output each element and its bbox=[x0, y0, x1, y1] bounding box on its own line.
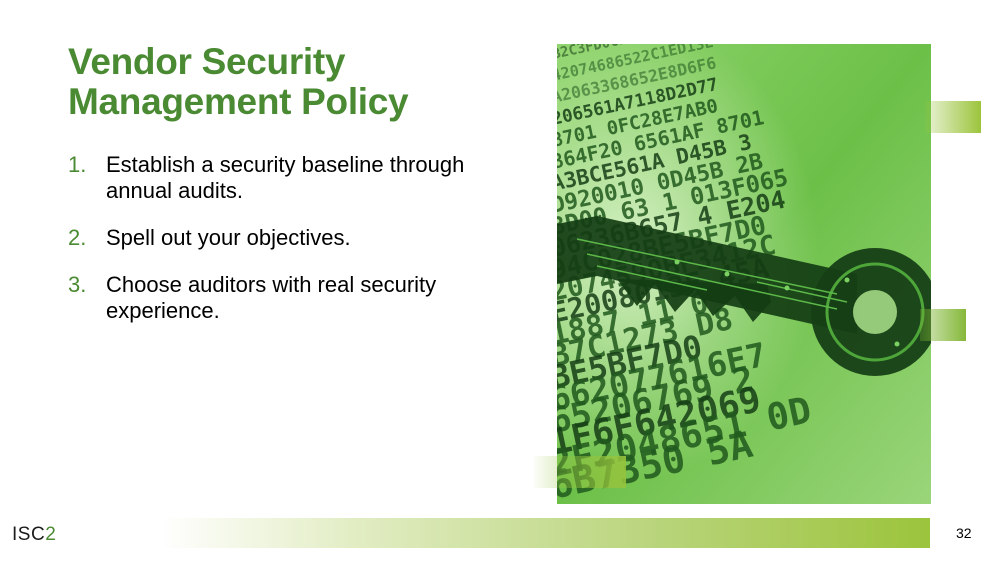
bullet-number: 2. bbox=[68, 225, 87, 250]
logo-accent-text: 2 bbox=[45, 524, 57, 545]
footer-gradient-bar bbox=[160, 518, 930, 548]
bullet-text: Establish a security baseline through an… bbox=[106, 152, 465, 203]
bullet-item-2: 2. Spell out your objectives. bbox=[68, 225, 508, 251]
decorative-accent-bar bbox=[920, 309, 966, 341]
circuit-key-on-hex-code-icon: B2C3FD0C5B8ADE2E42074686522C1ED13EA20633… bbox=[557, 44, 931, 504]
slide-title: Vendor Security Management Policy bbox=[68, 41, 409, 122]
bullet-item-3: 3. Choose auditors with real security ex… bbox=[68, 272, 508, 324]
logo-text: ISC bbox=[12, 524, 46, 545]
decorative-accent-bar bbox=[534, 456, 626, 488]
decorative-accent-bar bbox=[925, 101, 981, 133]
bullet-item-1: 1. Establish a security baseline through… bbox=[68, 152, 508, 204]
bullet-text: Choose auditors with real security exper… bbox=[106, 272, 437, 323]
isc2-logo: ISC2 bbox=[12, 524, 56, 546]
bullet-list: 1. Establish a security baseline through… bbox=[68, 152, 508, 345]
page-number: 32 bbox=[956, 525, 972, 541]
bullet-number: 1. bbox=[68, 152, 87, 177]
circuit-key-image: B2C3FD0C5B8ADE2E42074686522C1ED13EA20633… bbox=[557, 44, 931, 504]
bullet-text: Spell out your objectives. bbox=[106, 225, 351, 250]
bullet-number: 3. bbox=[68, 272, 87, 297]
